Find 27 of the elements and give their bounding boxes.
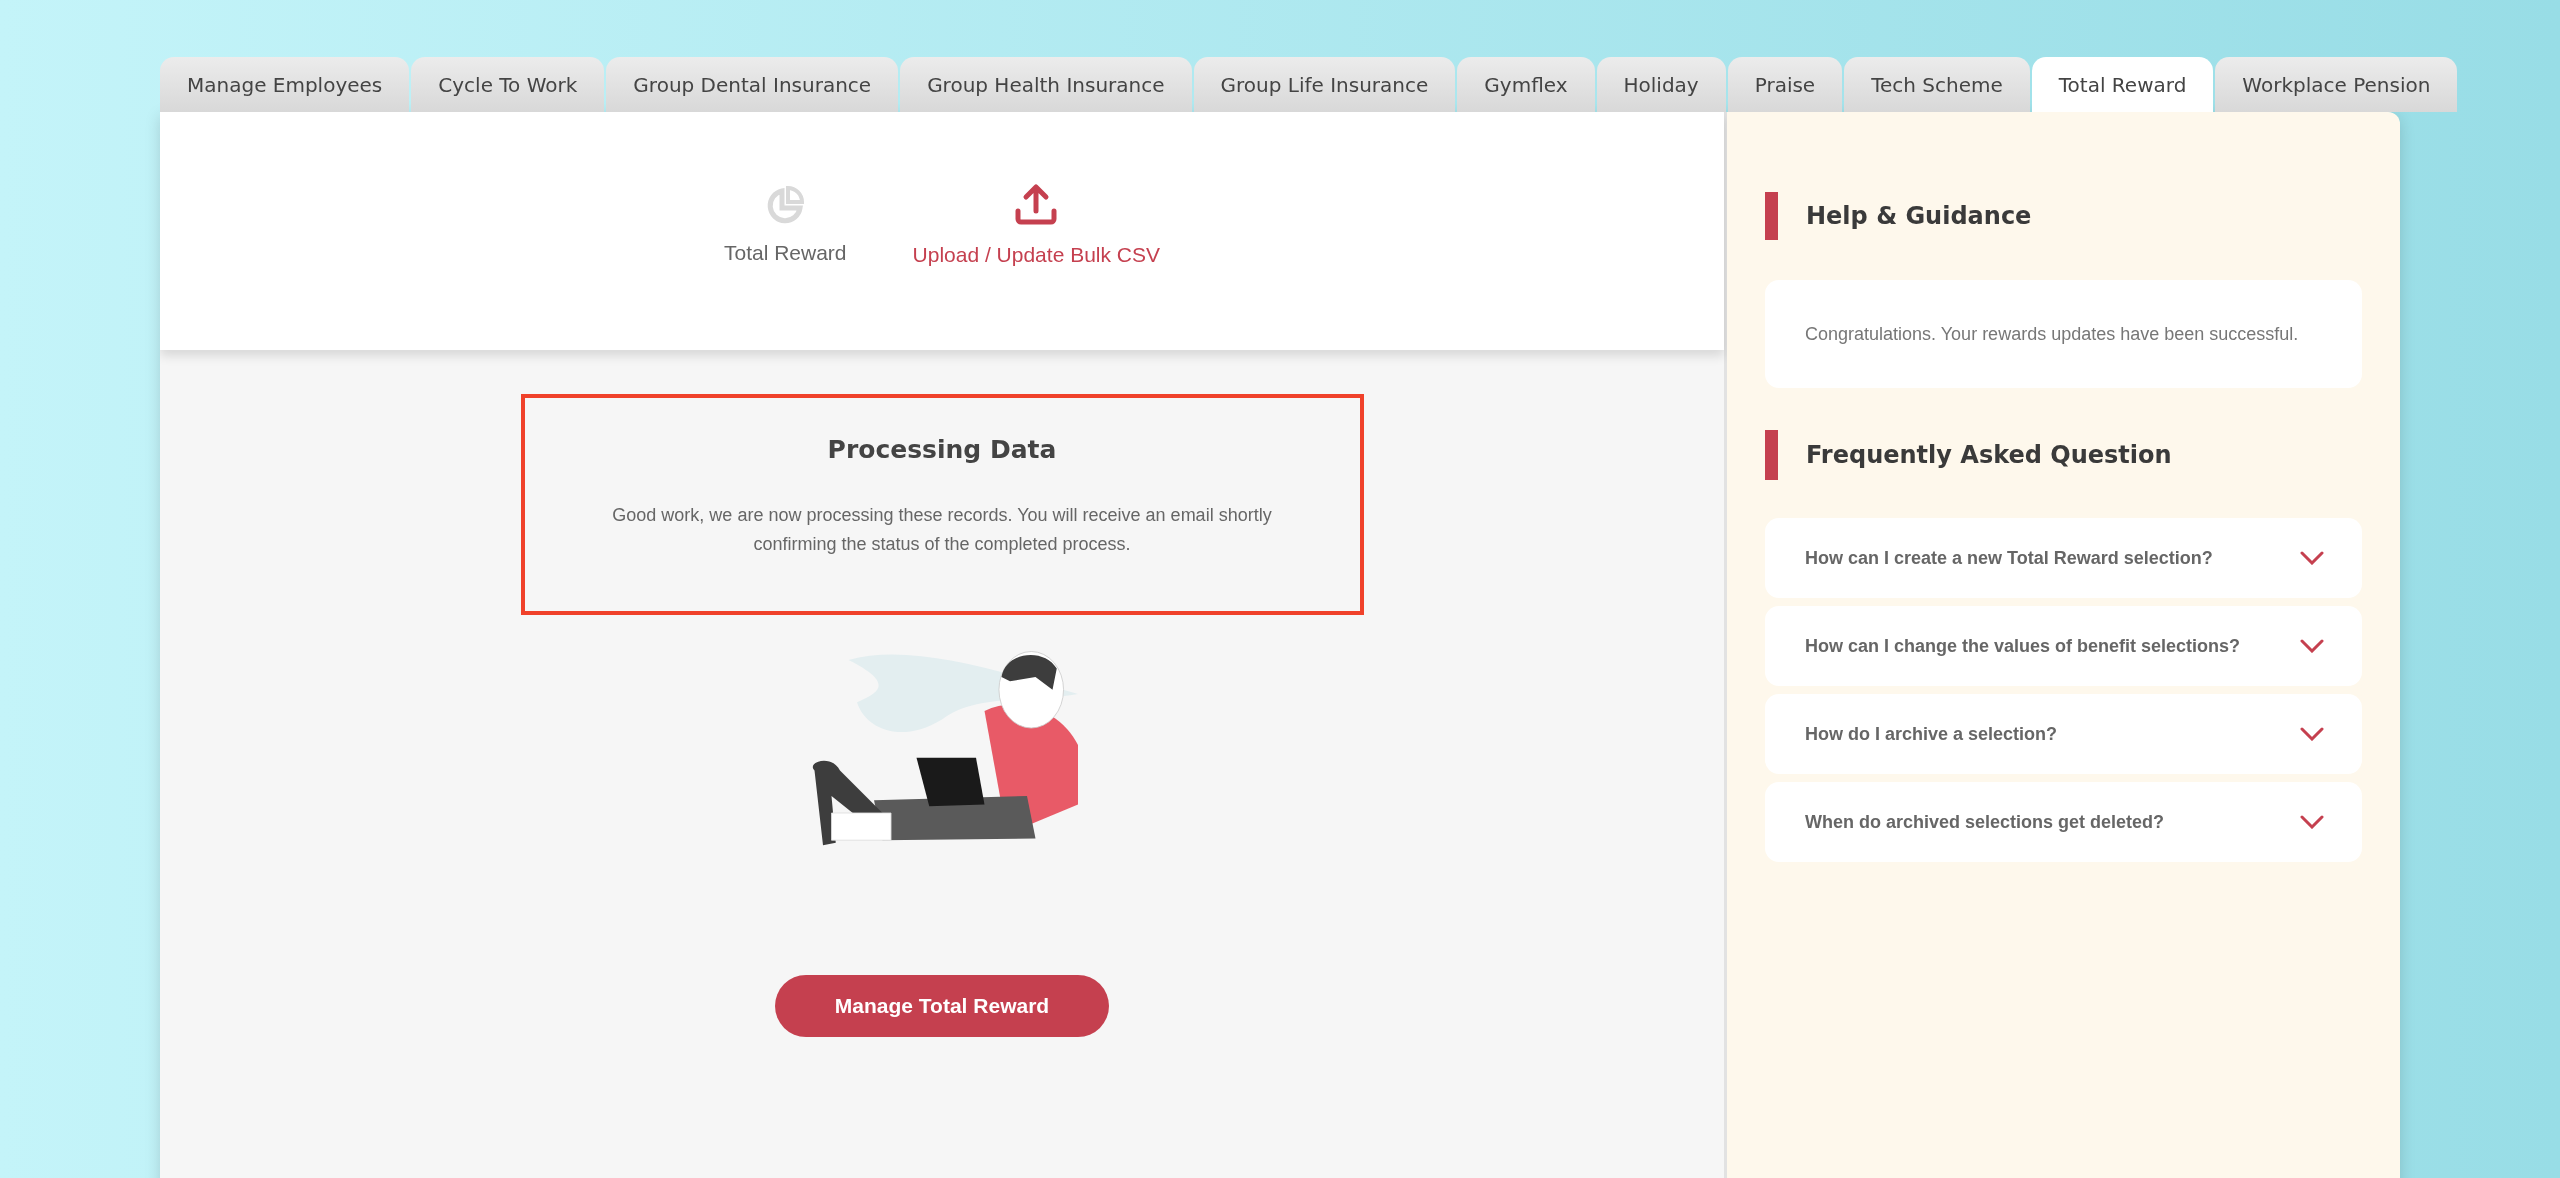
tab[interactable]: Manage Employees — [160, 57, 410, 112]
help-message: Congratulations. Your rewards updates have been successful. — [1805, 322, 2299, 346]
upload-icon — [1014, 183, 1059, 228]
faq-item[interactable]: How can I create a new Total Reward selection? — [1765, 518, 2362, 598]
faq-item[interactable]: How do I archive a selection? — [1765, 694, 2362, 774]
tab[interactable]: Holiday — [1596, 57, 1726, 112]
tab[interactable]: Cycle To Work — [411, 57, 605, 112]
manage-total-reward-button[interactable]: Manage Total Reward — [775, 975, 1109, 1037]
tab[interactable]: Workplace Pension — [2215, 57, 2458, 112]
tab[interactable]: Group Dental Insurance — [606, 57, 899, 112]
pie-chart-icon — [765, 185, 806, 226]
heading-accent-bar — [1765, 192, 1778, 240]
help-heading: Help & Guidance — [1806, 201, 2032, 232]
sub-nav-link[interactable]: Total Reward — [724, 185, 847, 269]
heading-accent-bar — [1765, 430, 1778, 480]
faq-heading: Frequently Asked Question — [1806, 440, 2172, 471]
tab[interactable]: Praise — [1727, 57, 1843, 112]
tab[interactable]: Group Health Insurance — [900, 57, 1192, 112]
faq-item[interactable]: How can I change the values of benefit selections? — [1765, 606, 2362, 686]
faq-item[interactable]: When do archived selections get deleted? — [1765, 782, 2362, 862]
processing-title: Processing Data — [827, 434, 1057, 466]
tab[interactable]: Tech Scheme — [1844, 57, 2030, 112]
sub-nav-link[interactable]: Upload / Update Bulk CSV — [912, 183, 1160, 271]
processing-message: Good work, we are now processing these records. You will receive an email shortly confirming the status of the completed process. — [611, 503, 1273, 556]
tab[interactable]: Gymflex — [1457, 57, 1595, 112]
tab[interactable]: Group Life Insurance — [1193, 57, 1456, 112]
tab[interactable]: Total Reward — [2031, 57, 2214, 112]
